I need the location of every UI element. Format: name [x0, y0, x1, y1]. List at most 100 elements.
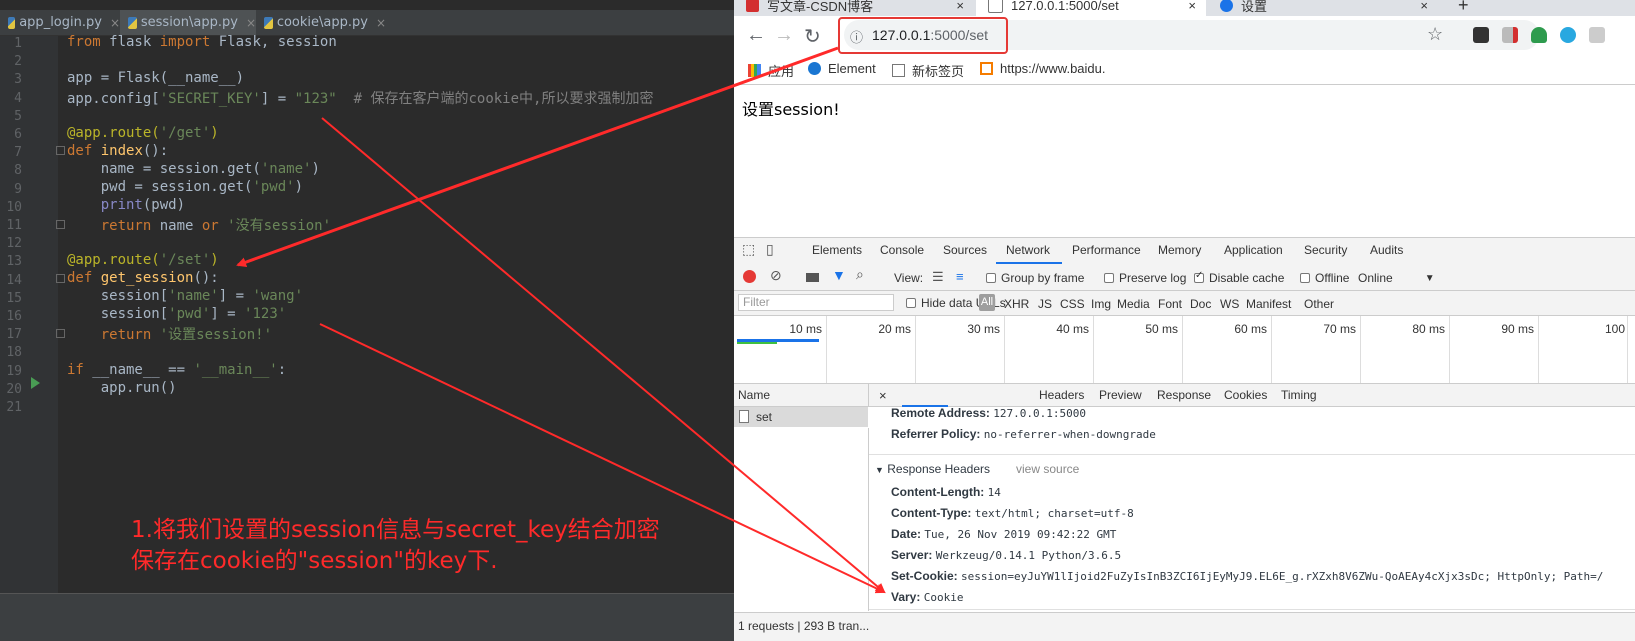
bookmark-new-tab[interactable]: 新标签页: [892, 61, 964, 80]
devtools-tab-sources[interactable]: Sources: [943, 243, 987, 257]
list-view-icon[interactable]: ☰: [932, 269, 944, 285]
editor-tab-app-login[interactable]: app_login.py ×: [0, 10, 120, 35]
filter-input[interactable]: Filter: [738, 294, 894, 311]
response-header-row: Server: Werkzeug/0.14.1 Python/3.6.5: [891, 548, 1122, 562]
editor-tab-cookie-app[interactable]: cookie\app.py ×: [256, 10, 386, 35]
offline-checkbox[interactable]: Offline: [1300, 271, 1349, 285]
section-divider: [869, 609, 1635, 610]
code-line-9: pwd = session.get('pwd'): [67, 179, 304, 195]
record-icon[interactable]: [743, 270, 756, 283]
devtools-tab-audits[interactable]: Audits: [1370, 243, 1403, 257]
throttling-select[interactable]: Online ▼: [1358, 271, 1435, 285]
filter-type-ws[interactable]: WS: [1220, 297, 1239, 311]
code-line-13: @app.route('/set'): [67, 252, 219, 268]
close-icon[interactable]: ×: [1420, 0, 1428, 13]
code-line-10: print(pwd): [67, 197, 186, 213]
reload-icon[interactable]: ↻: [804, 24, 821, 49]
detail-tab-response[interactable]: Response: [1157, 388, 1211, 402]
fold-icon[interactable]: [56, 146, 65, 155]
close-icon[interactable]: ×: [879, 388, 887, 403]
fold-icon[interactable]: [56, 220, 65, 229]
code-line-11: return name or '没有session': [67, 218, 332, 234]
close-icon[interactable]: ×: [956, 0, 964, 13]
group-by-frame-checkbox[interactable]: Group by frame: [986, 271, 1084, 285]
bookmark-element[interactable]: Element: [808, 61, 876, 76]
network-timeline-overview[interactable]: 10 ms 20 ms 30 ms 40 ms 50 ms 60 ms 70 m…: [734, 316, 1635, 384]
fold-icon[interactable]: [56, 329, 65, 338]
line-number: 14: [6, 272, 22, 288]
filter-type-js[interactable]: JS: [1038, 297, 1052, 311]
annotation-text: 1.将我们设置的session信息与secret_key结合加密 保存在cook…: [131, 515, 660, 577]
run-icon[interactable]: [31, 377, 40, 389]
timeline-request-bar: [737, 342, 777, 344]
line-number: 2: [14, 54, 22, 70]
inspect-icon[interactable]: ⬚: [742, 241, 755, 258]
detail-tab-timing[interactable]: Timing: [1281, 388, 1317, 402]
timeline-tick: [1182, 316, 1183, 383]
extension-icon[interactable]: [1589, 27, 1605, 43]
devtools-tab-application[interactable]: Application: [1224, 243, 1283, 257]
close-icon[interactable]: ×: [1188, 0, 1196, 13]
extension-icon[interactable]: [1473, 27, 1489, 43]
extension-icon[interactable]: [1502, 27, 1518, 43]
timeline-label: 60 ms: [1234, 322, 1267, 336]
detail-tab-cookies[interactable]: Cookies: [1224, 388, 1267, 402]
shield-icon[interactable]: [1531, 27, 1547, 43]
url-text[interactable]: 127.0.0.1:5000/set: [872, 27, 988, 43]
clear-icon[interactable]: ⊘: [770, 267, 782, 284]
close-icon[interactable]: ×: [246, 16, 256, 30]
device-toolbar-icon[interactable]: ▯: [766, 241, 774, 258]
editor-tab-session-app[interactable]: session\app.py ×: [120, 10, 256, 35]
request-row-set[interactable]: set: [734, 407, 868, 427]
filter-type-xhr[interactable]: XHR: [1004, 297, 1029, 311]
browser-tab-set[interactable]: 127.0.0.1:5000/set ×: [976, 0, 1206, 16]
search-icon[interactable]: ⌕: [856, 266, 864, 283]
browser-tab-csdn[interactable]: 写文章-CSDN博客 ×: [734, 0, 974, 16]
filter-type-css[interactable]: CSS: [1060, 297, 1085, 311]
filter-icon[interactable]: ▼: [832, 267, 846, 283]
fold-icon[interactable]: [56, 274, 65, 283]
waterfall-view-icon[interactable]: ≡: [956, 269, 964, 284]
filter-type-all[interactable]: All: [979, 294, 995, 311]
page-icon: [988, 0, 1003, 13]
bookmark-apps[interactable]: 应用: [748, 61, 794, 80]
devtools-tab-bar: ⬚ ▯ Elements Console Sources Network Per…: [734, 237, 1635, 265]
filter-type-font[interactable]: Font: [1158, 297, 1182, 311]
line-number: 1: [14, 36, 22, 51]
devtools-tab-console[interactable]: Console: [880, 243, 924, 257]
devtools-tab-elements[interactable]: Elements: [812, 243, 862, 257]
close-icon[interactable]: ×: [376, 16, 386, 30]
filter-type-doc[interactable]: Doc: [1190, 297, 1211, 311]
name-column-header[interactable]: Name: [734, 384, 869, 407]
response-header-row: Content-Type: text/html; charset=utf-8: [891, 506, 1134, 520]
devtools-tab-performance[interactable]: Performance: [1072, 243, 1141, 257]
apps-icon: [748, 64, 761, 77]
close-icon[interactable]: ×: [110, 16, 120, 30]
filter-type-other[interactable]: Other: [1304, 297, 1334, 311]
filter-type-manifest[interactable]: Manifest: [1246, 297, 1291, 311]
devtools-tab-network[interactable]: Network: [1006, 243, 1050, 257]
disable-cache-checkbox[interactable]: Disable cache: [1194, 270, 1284, 285]
devtools-tab-memory[interactable]: Memory: [1158, 243, 1201, 257]
line-number: 13: [6, 254, 22, 270]
back-icon[interactable]: ←: [746, 24, 766, 47]
star-icon[interactable]: ☆: [1427, 24, 1443, 45]
info-icon[interactable]: ⓘ: [850, 27, 863, 46]
detail-tab-headers[interactable]: Headers: [1039, 388, 1084, 402]
screenshot-icon[interactable]: [806, 273, 819, 282]
timeline-label: 70 ms: [1323, 322, 1356, 336]
filter-type-img[interactable]: Img: [1091, 297, 1111, 311]
bookmark-baidu[interactable]: https://www.baidu.: [980, 61, 1106, 76]
extension-icon[interactable]: [1560, 27, 1576, 43]
preserve-log-checkbox[interactable]: Preserve log: [1104, 271, 1186, 285]
filter-type-media[interactable]: Media: [1117, 297, 1150, 311]
devtools-tab-security[interactable]: Security: [1304, 243, 1347, 257]
new-tab-button[interactable]: +: [1446, 0, 1470, 16]
detail-tab-preview[interactable]: Preview: [1099, 388, 1142, 402]
forward-icon[interactable]: →: [774, 24, 794, 47]
code-line-4: app.config['SECRET_KEY'] = "123" # 保存在客户…: [67, 91, 654, 107]
response-headers-section[interactable]: ▼ Response Headers view source: [875, 462, 1079, 476]
browser-tab-settings[interactable]: 设置 ×: [1208, 0, 1438, 16]
view-source-link[interactable]: view source: [1016, 462, 1079, 476]
timeline-label: 20 ms: [878, 322, 911, 336]
